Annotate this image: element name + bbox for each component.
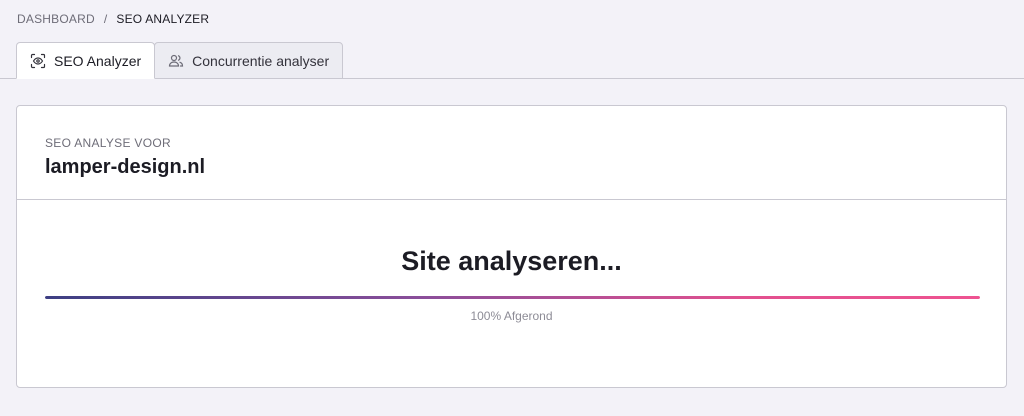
progress-bar-fill (45, 296, 980, 299)
progress-bar (45, 296, 980, 299)
users-icon (168, 53, 184, 69)
tab-bar: SEO Analyzer Concurrentie analyser (16, 42, 344, 79)
analysis-label: SEO ANALYSE VOOR (45, 136, 171, 150)
analysis-progress-section: Site analyseren... 100% Afgerond (17, 200, 1006, 388)
breadcrumb-current: SEO ANALYZER (116, 12, 210, 26)
card-header: SEO ANALYSE VOOR lamper-design.nl (17, 106, 1006, 200)
breadcrumb-dashboard-link[interactable]: DASHBOARD (17, 12, 95, 26)
analysis-status-title: Site analyseren... (401, 246, 622, 276)
seo-analysis-card: SEO ANALYSE VOOR lamper-design.nl Site a… (16, 105, 1007, 388)
progress-text: 100% Afgerond (470, 309, 553, 323)
tab-seo-analyzer-label: SEO Analyzer (54, 52, 142, 69)
breadcrumb: DASHBOARD / SEO ANALYZER (17, 12, 209, 26)
tab-concurrentie-analyser-label: Concurrentie analyser (192, 52, 330, 69)
tab-concurrentie-analyser[interactable]: Concurrentie analyser (154, 42, 344, 79)
analyzed-domain: lamper-design.nl (45, 156, 206, 178)
breadcrumb-separator: / (103, 12, 108, 26)
scan-eye-icon (30, 53, 46, 69)
tab-seo-analyzer[interactable]: SEO Analyzer (16, 42, 156, 79)
